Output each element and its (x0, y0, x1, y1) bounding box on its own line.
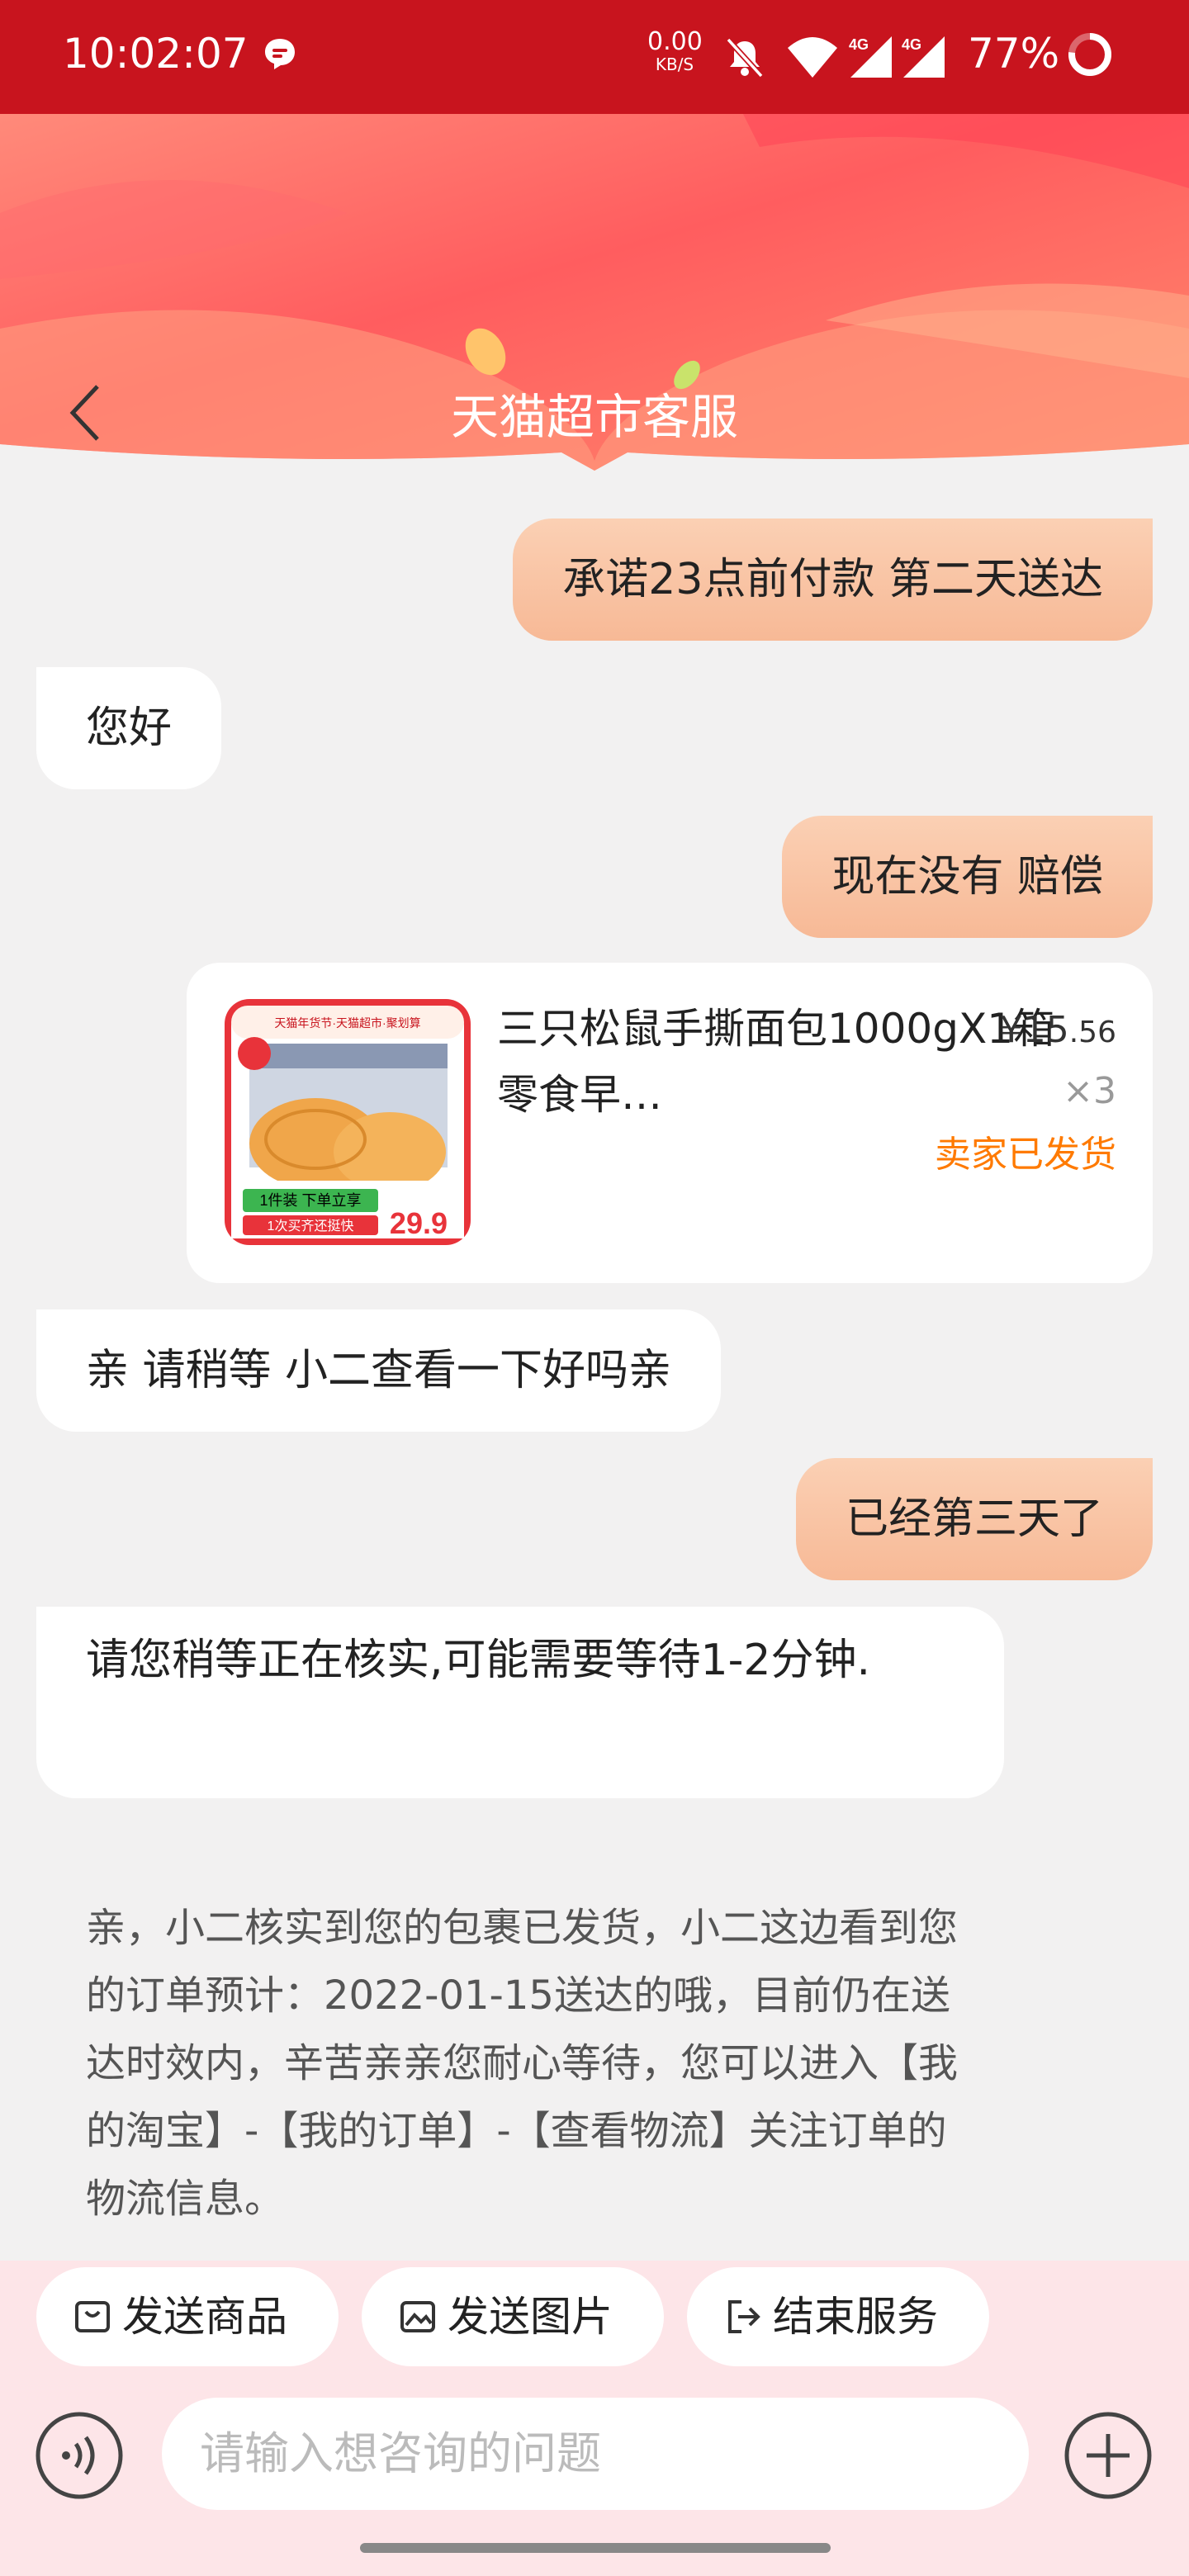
outgoing-message[interactable]: 承诺23点前付款 第二天送达 (513, 519, 1153, 641)
product-quantity: ×3 (1063, 1070, 1116, 1112)
svg-text:4G: 4G (849, 36, 869, 53)
signal-icon: 4G (849, 36, 892, 78)
svg-text:29.9: 29.9 (390, 1206, 448, 1240)
send-image-label: 发送图片 (448, 2293, 613, 2341)
signal-icon: 4G (902, 36, 945, 78)
outgoing-message[interactable]: 已经第三天了 (795, 1458, 1153, 1580)
image-icon (400, 2301, 435, 2332)
incoming-message[interactable]: 亲 请稍等 小二查看一下好吗亲 (36, 1309, 722, 1432)
voice-input-icon[interactable] (35, 2411, 124, 2500)
network-speed: 0.00 KB/S (647, 27, 703, 74)
svg-text:天猫年货节·天猫超市·聚划算: 天猫年货节·天猫超市·聚划算 (274, 1016, 420, 1030)
incoming-message[interactable]: 亲，小二核实到您的包裹已发货，小二这边看到您的订单预计：2022-01-15送达… (36, 1828, 1004, 2261)
product-thumbnail: 天猫年货节·天猫超市·聚划算 1件装 下单立享 1次买齐还挺快 29.9 (225, 999, 471, 1245)
page-title: 天猫超市客服 (450, 389, 738, 445)
exit-icon (728, 2300, 760, 2333)
battery-percent: 77% (968, 30, 1060, 78)
status-bar: 10:02:07 0.00 KB/S 4G 4G 77% (0, 0, 1189, 114)
home-indicator[interactable] (360, 2543, 831, 2553)
incoming-message[interactable]: 请您稍等正在核实,可能需要等待1-2分钟. (36, 1607, 1004, 1798)
chat-message-list[interactable]: 承诺23点前付款 第二天送达 您好 现在没有 赔偿 天猫年货节·天猫超市·聚划算… (0, 485, 1189, 2261)
status-time: 10:02:07 (63, 30, 249, 78)
message-input[interactable]: 请输入想咨询的问题 (162, 2398, 1029, 2510)
svg-text:1件装 下单立享: 1件装 下单立享 (259, 1192, 361, 1209)
mute-bell-icon (726, 37, 764, 78)
bottom-panel: 发送商品 发送图片 结束服务 请输入想咨询的问题 (0, 2261, 1189, 2576)
end-service-label: 结束服务 (773, 2293, 938, 2341)
plus-icon[interactable] (1063, 2411, 1153, 2500)
send-product-button[interactable]: 发送商品 (36, 2267, 339, 2366)
box-icon (75, 2301, 110, 2332)
send-image-button[interactable]: 发送图片 (362, 2267, 664, 2366)
battery-ring-icon (1068, 33, 1111, 76)
chat-header: 天猫超市客服 (0, 114, 1189, 485)
send-product-label: 发送商品 (122, 2293, 287, 2341)
product-card[interactable]: 天猫年货节·天猫超市·聚划算 1件装 下单立享 1次买齐还挺快 29.9 三只松… (187, 963, 1153, 1283)
svg-text:4G: 4G (902, 36, 921, 53)
chat-notification-icon (265, 39, 295, 69)
svg-text:1次买齐还挺快: 1次买齐还挺快 (268, 1219, 354, 1234)
outgoing-message[interactable]: 现在没有 赔偿 (782, 816, 1153, 938)
wifi-icon (788, 37, 837, 78)
order-status: 卖家已发货 (935, 1134, 1116, 1176)
incoming-message[interactable]: 您好 (36, 667, 222, 789)
product-price: ¥15.56 (999, 1009, 1116, 1051)
end-service-button[interactable]: 结束服务 (687, 2267, 989, 2366)
